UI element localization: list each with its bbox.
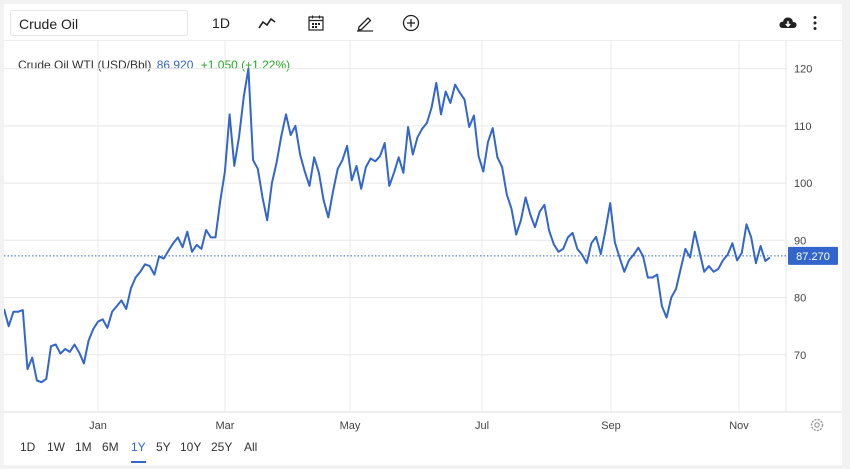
x-tick-label: Mar — [216, 420, 235, 432]
price-chart[interactable]: 70 80 90 100 110 120 Jan Mar May Jul Sep Nov 87.270 — [4, 4, 842, 436]
range-button-5y[interactable]: 5Y — [156, 440, 171, 461]
x-tick-label: Sep — [601, 420, 621, 432]
current-price-label: 87.270 — [796, 251, 830, 263]
range-button-25y[interactable]: 25Y — [211, 440, 232, 461]
chart-panel: Crude Oil 1D Crude Oil WTI (USD/Bbl) 86.… — [4, 4, 842, 465]
y-tick-label: 110 — [794, 121, 812, 133]
range-button-1d[interactable]: 1D — [20, 440, 35, 461]
range-button-all[interactable]: All — [244, 440, 257, 461]
y-tick-label: 70 — [794, 350, 806, 362]
range-button-1m[interactable]: 1M — [75, 440, 92, 461]
range-selector: 1D 1W 1M 6M 1Y 5Y 10Y 25Y All — [4, 436, 604, 466]
y-tick-label: 90 — [794, 235, 806, 247]
x-tick-label: Jan — [89, 420, 107, 432]
settings-icon[interactable] — [809, 417, 825, 433]
x-tick-label: May — [340, 420, 361, 432]
range-button-10y[interactable]: 10Y — [180, 440, 201, 461]
price-series-line — [4, 67, 771, 384]
y-tick-label: 120 — [794, 64, 812, 76]
range-button-6m[interactable]: 6M — [102, 440, 119, 461]
x-tick-label: Nov — [729, 420, 749, 432]
range-button-1y[interactable]: 1Y — [131, 440, 146, 463]
x-tick-label: Jul — [475, 420, 489, 432]
y-tick-label: 100 — [794, 178, 812, 190]
range-button-1w[interactable]: 1W — [47, 440, 65, 461]
y-tick-label: 80 — [794, 293, 806, 305]
